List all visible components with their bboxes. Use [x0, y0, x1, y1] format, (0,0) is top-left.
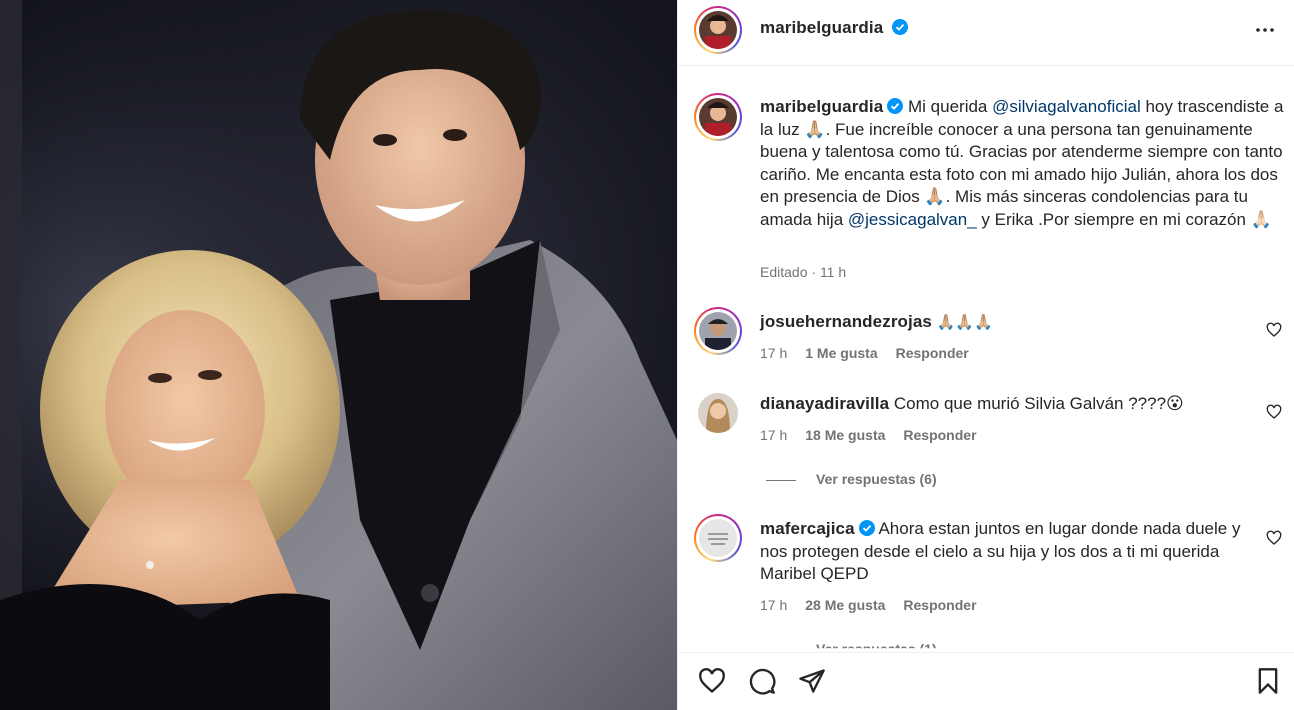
comment-username[interactable]: mafercajica: [760, 519, 855, 538]
comment-like-heart-icon[interactable]: [1266, 404, 1282, 420]
post-caption: maribelguardia Mi querida @silviagalvano…: [760, 96, 1286, 232]
post-image: [0, 0, 677, 710]
view-replies-label: Ver respuestas (6): [816, 471, 937, 487]
commenter-avatar[interactable]: [698, 393, 738, 433]
comment-text: Como que murió Silvia Galván ????😮: [893, 394, 1184, 413]
paper-plane-icon[interactable]: [798, 667, 826, 695]
comment: dianayadiravilla Como que murió Silvia G…: [760, 393, 1240, 416]
commenter-avatar[interactable]: [694, 307, 742, 355]
view-replies-button[interactable]: Ver respuestas (6): [766, 471, 937, 487]
comment-text: 🙏🏼🙏🏼🙏🏼: [936, 314, 993, 331]
author-username[interactable]: maribelguardia: [760, 18, 883, 37]
caption-text: Mi querida @silviagalvanoficial hoy tras…: [760, 97, 1284, 229]
comment: josuehernandezrojas 🙏🏼🙏🏼🙏🏼: [760, 311, 1240, 335]
comment-meta: 17 h 28 Me gusta Responder: [760, 597, 995, 613]
comment-like-heart-icon[interactable]: [1266, 322, 1282, 338]
replies-divider: [766, 479, 796, 481]
caption-author-avatar[interactable]: [694, 93, 742, 141]
replies-divider: [766, 650, 796, 651]
mention-link[interactable]: @silviagalvanoficial: [992, 97, 1141, 116]
comment-time[interactable]: 17 h: [760, 427, 787, 443]
caption-meta: Editado · 11 h: [760, 264, 847, 280]
comment-username[interactable]: dianayadiravilla: [760, 394, 889, 413]
comment: mafercajica Ahora estan juntos en lugar …: [760, 518, 1260, 586]
post-panel: maribelguardia maribelguardia Mi querida…: [677, 0, 1294, 710]
comment-likes[interactable]: 18 Me gusta: [805, 427, 885, 443]
comment-time[interactable]: 17 h: [760, 345, 787, 361]
post-time[interactable]: 11 h: [820, 264, 846, 280]
author-name-row: maribelguardia: [760, 18, 908, 38]
comment-likes[interactable]: 1 Me gusta: [805, 345, 877, 361]
action-bar: [678, 652, 1294, 710]
verified-badge-icon: [887, 98, 904, 114]
reply-button[interactable]: Responder: [903, 427, 976, 443]
reply-button[interactable]: Responder: [896, 345, 969, 361]
reply-button[interactable]: Responder: [903, 597, 976, 613]
verified-badge-icon: [858, 520, 875, 536]
comment-username[interactable]: josuehernandezrojas: [760, 312, 932, 331]
mention-link[interactable]: @jessicagalvan_: [848, 210, 977, 229]
comment-icon[interactable]: [748, 667, 776, 695]
bookmark-icon[interactable]: [1254, 667, 1282, 695]
verified-badge-icon: [891, 19, 908, 35]
comment-meta: 17 h 18 Me gusta Responder: [760, 427, 995, 443]
post-photo[interactable]: [0, 0, 677, 710]
post-header: maribelguardia: [678, 0, 1294, 66]
comment-like-heart-icon[interactable]: [1266, 530, 1282, 546]
comment-meta: 17 h 1 Me gusta Responder: [760, 345, 987, 361]
comment-likes[interactable]: 28 Me gusta: [805, 597, 885, 613]
edited-label: Editado: [760, 264, 808, 280]
comment-time[interactable]: 17 h: [760, 597, 787, 613]
author-avatar[interactable]: [694, 6, 742, 54]
commenter-avatar[interactable]: [694, 514, 742, 562]
caption-username[interactable]: maribelguardia: [760, 97, 883, 116]
heart-icon[interactable]: [698, 667, 726, 695]
more-options-icon[interactable]: [1253, 18, 1277, 42]
